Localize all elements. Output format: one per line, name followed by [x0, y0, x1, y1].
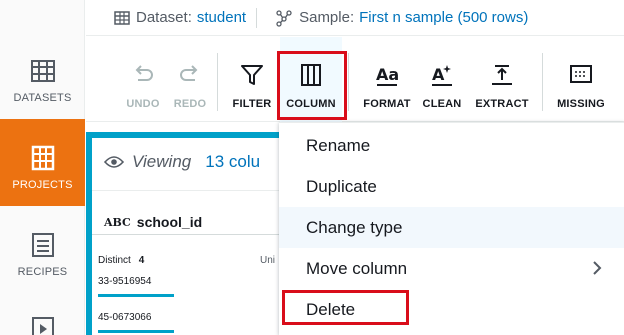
- dataset-link[interactable]: student: [197, 9, 246, 26]
- distinct-label: Distinct: [98, 255, 131, 266]
- dataset-info: Dataset: student: [114, 9, 246, 26]
- clean-icon: A: [432, 65, 452, 86]
- sample-label: Sample:: [299, 9, 355, 26]
- dataset-label: Dataset:: [136, 9, 192, 26]
- unique-stat-label: Uni: [260, 255, 276, 266]
- dataset-header: Dataset: student Sample: First n sample …: [86, 0, 624, 36]
- menu-item-change-type[interactable]: Change type: [279, 207, 624, 248]
- menu-item-move-column[interactable]: Move column: [279, 248, 624, 289]
- panel-divider: [92, 190, 286, 191]
- sidebar-item-label: PROJECTS: [12, 179, 73, 191]
- sidebar-item-datasets[interactable]: DATASETS: [0, 58, 85, 120]
- sample-link[interactable]: First n sample (500 rows): [359, 9, 528, 26]
- left-sidebar: DATASETS PROJECTS RECIPES: [0, 0, 85, 335]
- column-header-divider: [92, 234, 286, 235]
- string-type-icon: ABC: [104, 215, 131, 229]
- dataset-table-icon: [114, 10, 130, 25]
- missing-button[interactable]: MISSING: [552, 37, 610, 122]
- data-grid-panel: Viewing 13 colu ABC school_id Distinct 4 …: [86, 132, 286, 335]
- format-button[interactable]: Aa FORMAT: [360, 37, 414, 122]
- sidebar-item-label: RECIPES: [17, 266, 68, 278]
- extract-label: EXTRACT: [475, 98, 529, 110]
- column-button[interactable]: COLUMN: [280, 37, 342, 122]
- value-bucket-bar: [98, 330, 174, 333]
- column-header-school-id[interactable]: ABC school_id: [104, 214, 202, 230]
- format-label: FORMAT: [363, 98, 411, 110]
- menu-item-label: Delete: [306, 299, 356, 319]
- extract-button[interactable]: EXTRACT: [470, 37, 534, 122]
- missing-label: MISSING: [557, 98, 605, 110]
- value-bucket-label: 33-9516954: [98, 276, 152, 287]
- viewing-label: Viewing: [132, 152, 192, 171]
- missing-icon: [570, 65, 592, 83]
- toolbar-divider: [348, 53, 349, 111]
- undo-icon: [135, 65, 153, 81]
- sidebar-item-recipes[interactable]: RECIPES: [0, 232, 85, 294]
- grid-icon: [31, 145, 54, 171]
- menu-item-label: Change type: [306, 217, 403, 237]
- value-bucket-label: 45-0673066: [98, 312, 152, 323]
- redo-button[interactable]: REDO: [163, 37, 217, 122]
- filter-button[interactable]: FILTER: [226, 37, 278, 122]
- undo-button[interactable]: UNDO: [116, 37, 170, 122]
- viewing-summary: Viewing 13 colu: [104, 152, 260, 172]
- value-bucket-bar: [98, 294, 174, 297]
- menu-item-label: Move column: [306, 258, 408, 278]
- redo-icon: [180, 65, 198, 81]
- undo-label: UNDO: [126, 98, 160, 110]
- sidebar-item-more[interactable]: [0, 316, 85, 335]
- sample-info: Sample: First n sample (500 rows): [256, 7, 528, 28]
- toolbar: UNDO REDO FILTER COLUMN Aa FORMAT A CLEA…: [86, 37, 624, 122]
- format-icon: Aa: [376, 65, 399, 86]
- table-icon: [30, 60, 55, 82]
- toolbar-divider: [217, 53, 218, 111]
- svg-text:Aa: Aa: [376, 65, 399, 84]
- list-icon: [31, 233, 54, 257]
- column-name: school_id: [136, 214, 203, 230]
- filter-label: FILTER: [232, 98, 272, 110]
- clean-button[interactable]: A CLEAN: [418, 37, 466, 122]
- menu-item-duplicate[interactable]: Duplicate: [279, 166, 624, 207]
- menu-item-rename[interactable]: Rename: [279, 125, 624, 166]
- redo-label: REDO: [173, 98, 207, 110]
- toolbar-divider: [542, 53, 543, 111]
- distinct-stat: Distinct 4: [98, 255, 144, 266]
- column-label: COLUMN: [286, 98, 336, 110]
- sample-icon: [276, 9, 292, 27]
- sidebar-item-label: DATASETS: [13, 92, 72, 104]
- chevron-right-icon: [593, 261, 602, 275]
- column-count-link[interactable]: 13 colu: [205, 152, 260, 172]
- distinct-value: 4: [138, 255, 145, 266]
- column-icon: [301, 64, 321, 86]
- extract-icon: [492, 65, 512, 85]
- svg-text:A: A: [432, 65, 445, 84]
- filter-icon: [241, 65, 263, 85]
- job-icon: [31, 317, 54, 335]
- sidebar-item-projects[interactable]: PROJECTS: [0, 119, 85, 206]
- column-menu: Rename Duplicate Change type Move column…: [279, 122, 624, 335]
- clean-label: CLEAN: [422, 98, 462, 110]
- menu-item-delete[interactable]: Delete: [279, 289, 624, 330]
- menu-item-label: Duplicate: [306, 176, 377, 196]
- menu-item-label: Rename: [306, 135, 371, 155]
- eye-icon: [104, 156, 124, 168]
